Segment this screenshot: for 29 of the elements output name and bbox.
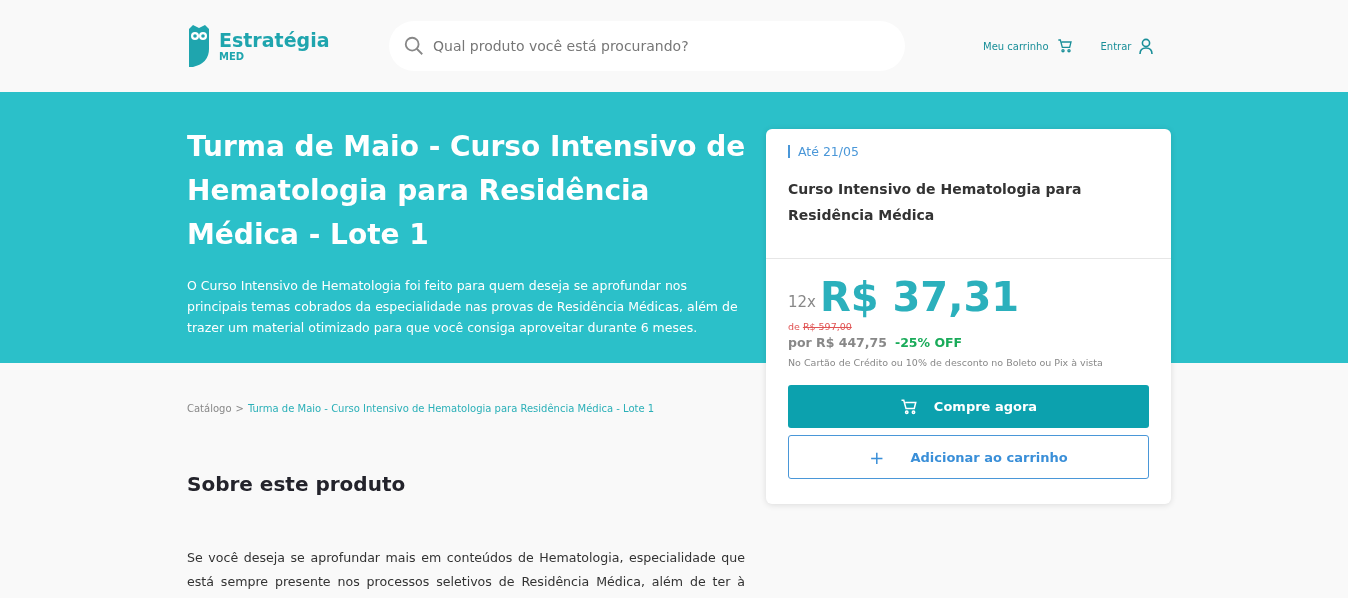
old-price-prefix: de bbox=[788, 321, 800, 332]
add-to-cart-button[interactable]: + Adicionar ao carrinho bbox=[788, 435, 1149, 479]
payment-note: No Cartão de Crédito ou 10% de desconto no Boleto ou Pix à vista bbox=[788, 357, 1104, 368]
old-price: R$ 597,00 bbox=[802, 321, 852, 332]
paragraph-line: Se você deseja se aprofundar mais em conteúdos de Hematologia, especialidade que bbox=[187, 549, 745, 567]
breadcrumb-link[interactable]: Turma de Maio - Curso Intensivo de Hematologia para Residência Médica - Lote 1 bbox=[247, 403, 655, 414]
course-title: Turma de Maio - Curso Intensivo de Hematologia para Residência Médica - Lote 1 bbox=[187, 129, 747, 253]
logo-name: Estratégia bbox=[219, 30, 330, 50]
product-name: Curso Intensivo de Hematologia para Residência Médica bbox=[788, 180, 1083, 225]
installments-count: 12x bbox=[788, 293, 816, 311]
search-field[interactable]: Qual produto você está procurando? bbox=[389, 21, 905, 71]
cart-link[interactable]: Meu carrinho bbox=[983, 38, 1073, 54]
breadcrumb-link[interactable]: Catálogo bbox=[187, 403, 232, 414]
discount-label: -25% OFF bbox=[894, 335, 963, 350]
owl-icon bbox=[187, 25, 211, 67]
search-icon bbox=[403, 35, 425, 57]
buy-now-button[interactable]: Compre agora bbox=[788, 385, 1149, 428]
installment-price: R$ 37,31 bbox=[819, 277, 1020, 317]
deadline-label: Até 21/05 bbox=[788, 145, 1149, 158]
cart-icon bbox=[899, 397, 918, 416]
section-heading: Sobre este produto bbox=[187, 472, 407, 496]
user-icon bbox=[1139, 38, 1154, 54]
breadcrumb-separator: > bbox=[235, 403, 244, 414]
cart-icon bbox=[1056, 38, 1073, 54]
course-description: O Curso Intensivo de Hematologia foi feito para quem deseja se aprofundar nos principais temas cobrados da especialidade nas provas de Residência Médicas, além de trazer um material otimizado para que você consiga aproveitar durante 6 meses. bbox=[187, 277, 739, 337]
current-price: por R$ 447,75 bbox=[788, 335, 887, 350]
login-link[interactable]: Entrar bbox=[1100, 38, 1154, 54]
paragraph-line: está sempre presente nos processos seletivos de Residência Médica, além de ter à bbox=[187, 573, 745, 591]
logo-subtitle: MED bbox=[219, 51, 245, 62]
